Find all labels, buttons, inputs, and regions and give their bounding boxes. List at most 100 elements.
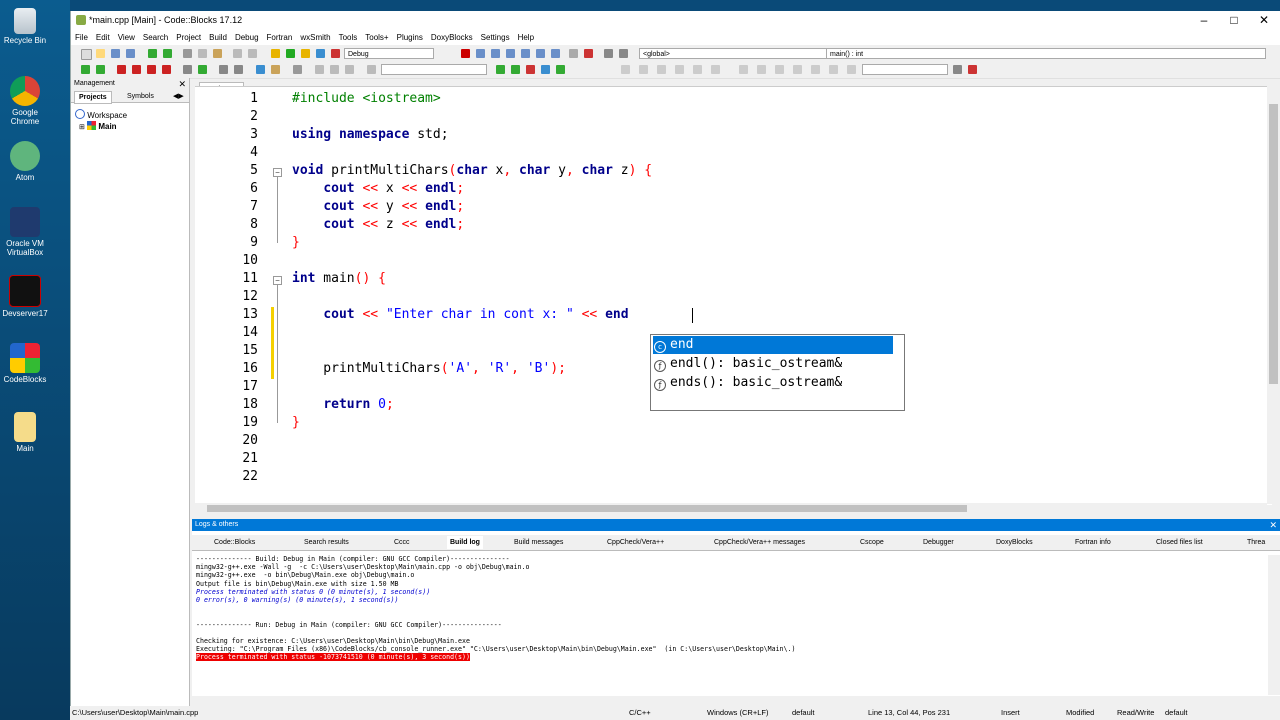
- menu-build[interactable]: Build: [205, 31, 231, 42]
- rebuild-icon[interactable]: [316, 49, 325, 58]
- save-all-icon[interactable]: [126, 49, 135, 58]
- tab-threads[interactable]: Threa: [1247, 536, 1265, 549]
- tree-workspace[interactable]: Workspace: [75, 109, 127, 120]
- scroll-thumb[interactable]: [1269, 104, 1278, 384]
- layout-8-icon[interactable]: [757, 65, 766, 74]
- logs-close-icon[interactable]: ✕: [1269, 519, 1277, 531]
- open-file-icon[interactable]: [96, 49, 105, 58]
- desktop-icon-main-folder[interactable]: Main: [2, 412, 48, 453]
- tab-debugger[interactable]: Debugger: [923, 536, 954, 549]
- tree-project-main[interactable]: ⊞ Main: [79, 121, 117, 131]
- build-run-icon[interactable]: [301, 49, 310, 58]
- run-to-cursor-icon[interactable]: [476, 49, 485, 58]
- menu-debug[interactable]: Debug: [231, 31, 263, 42]
- comment-icon[interactable]: [219, 65, 228, 74]
- layout-3-icon[interactable]: [657, 65, 666, 74]
- case-icon[interactable]: [556, 65, 565, 74]
- fold-toggle-icon[interactable]: −: [273, 276, 282, 285]
- tab-doxyblocks[interactable]: DoxyBlocks: [996, 536, 1033, 549]
- hscroll-thumb[interactable]: [207, 505, 967, 512]
- tab-projects[interactable]: Projects: [74, 91, 112, 104]
- menu-project[interactable]: Project: [172, 31, 205, 42]
- toggle-comment-icon[interactable]: [256, 65, 265, 74]
- undo-icon[interactable]: [148, 49, 157, 58]
- menu-tools[interactable]: Tools: [335, 31, 362, 42]
- tab-codeblocks-log[interactable]: Code::Blocks: [214, 536, 255, 549]
- replace-icon[interactable]: [248, 49, 257, 58]
- search-prev-icon[interactable]: [496, 65, 505, 74]
- cut-icon[interactable]: [183, 49, 192, 58]
- step-instruction-icon[interactable]: [551, 49, 560, 58]
- tab-symbols[interactable]: Symbols: [123, 91, 158, 102]
- autocomplete-item-end[interactable]: c end: [653, 336, 893, 354]
- autocomplete-item-ends[interactable]: ƒ ends(): basic_ostream&: [653, 374, 893, 392]
- find-icon[interactable]: [233, 49, 242, 58]
- stop-debugger-icon[interactable]: [584, 49, 593, 58]
- search-next-icon[interactable]: [511, 65, 520, 74]
- tab-build-log[interactable]: Build log: [447, 536, 483, 549]
- zoom-in-icon[interactable]: [793, 65, 802, 74]
- tab-search-results[interactable]: Search results: [304, 536, 349, 549]
- menu-tools-plus[interactable]: Tools+: [361, 31, 392, 42]
- stream-comment-icon[interactable]: [271, 65, 280, 74]
- build-icon[interactable]: [271, 49, 280, 58]
- uncomment-icon[interactable]: [234, 65, 243, 74]
- search-tool-icon[interactable]: [953, 65, 962, 74]
- menu-edit[interactable]: Edit: [92, 31, 114, 42]
- management-close-icon[interactable]: ✕: [178, 78, 186, 90]
- new-file-icon[interactable]: [81, 49, 92, 60]
- desktop-icon-atom[interactable]: Atom: [2, 141, 48, 182]
- layout-2-icon[interactable]: [639, 65, 648, 74]
- menu-doxyblocks[interactable]: DoxyBlocks: [427, 31, 477, 42]
- debug-run-icon[interactable]: [461, 49, 470, 58]
- minimize-button[interactable]: –: [1189, 13, 1219, 27]
- desktop-icon-recycle-bin[interactable]: Recycle Bin: [2, 8, 48, 45]
- menu-plugins[interactable]: Plugins: [393, 31, 427, 42]
- symbol-select[interactable]: main() : int: [826, 48, 1266, 59]
- redo-icon[interactable]: [163, 49, 172, 58]
- layout-6-icon[interactable]: [711, 65, 720, 74]
- highlight-icon[interactable]: [367, 65, 376, 74]
- autocomplete-item-endl[interactable]: ƒ endl(): basic_ostream&: [653, 355, 893, 373]
- build-target-select[interactable]: Debug: [344, 48, 434, 59]
- close-button[interactable]: ✕: [1249, 13, 1279, 27]
- next-line-icon[interactable]: [491, 49, 500, 58]
- fold-toggle-icon[interactable]: −: [273, 168, 282, 177]
- menu-wxsmith[interactable]: wxSmith: [296, 31, 334, 42]
- layout-7-icon[interactable]: [739, 65, 748, 74]
- bookmark-icon[interactable]: [117, 65, 126, 74]
- mark-icon[interactable]: [526, 65, 535, 74]
- desktop-icon-virtualbox[interactable]: Oracle VM VirtualBox: [2, 207, 48, 257]
- jump-icon[interactable]: [183, 65, 192, 74]
- tab-cscope[interactable]: Cscope: [860, 536, 884, 549]
- abort-icon[interactable]: [331, 49, 340, 58]
- tab-cccc[interactable]: Cccc: [394, 536, 410, 549]
- tab-closed-files[interactable]: Closed files list: [1156, 536, 1203, 549]
- menu-help[interactable]: Help: [514, 31, 538, 42]
- copy-icon[interactable]: [198, 49, 207, 58]
- desktop-icon-devserver[interactable]: Devserver17: [2, 275, 48, 318]
- editor-vertical-scrollbar[interactable]: [1267, 86, 1280, 504]
- save-icon[interactable]: [111, 49, 120, 58]
- clear-bookmarks-icon[interactable]: [162, 65, 171, 74]
- prev-bookmark-icon[interactable]: [132, 65, 141, 74]
- code-editor[interactable]: 1 2 3 4 5 6 7 8 9 10 11 12 13 14 15 16 17 18 19 20 21 22 #inc…: [195, 86, 1272, 505]
- step-icon[interactable]: [345, 65, 354, 74]
- expand-icon[interactable]: ⊞: [79, 124, 85, 131]
- menu-view[interactable]: View: [114, 31, 139, 42]
- layout-4-icon[interactable]: [675, 65, 684, 74]
- next-bookmark-icon[interactable]: [147, 65, 156, 74]
- menu-fortran[interactable]: Fortran: [263, 31, 297, 42]
- step-into-icon[interactable]: [506, 49, 515, 58]
- run-icon[interactable]: [286, 49, 295, 58]
- forward-icon[interactable]: [96, 65, 105, 74]
- debug-windows-icon[interactable]: [604, 49, 613, 58]
- desktop-icon-chrome[interactable]: Google Chrome: [2, 76, 48, 126]
- layout-5-icon[interactable]: [693, 65, 702, 74]
- step-out-icon[interactable]: [521, 49, 530, 58]
- search-combo[interactable]: [381, 64, 487, 75]
- regex-icon[interactable]: [541, 65, 550, 74]
- logs-scrollbar[interactable]: [1268, 555, 1280, 695]
- prev-icon[interactable]: [315, 65, 324, 74]
- tab-scroll-icon[interactable]: ◀▶: [169, 91, 188, 102]
